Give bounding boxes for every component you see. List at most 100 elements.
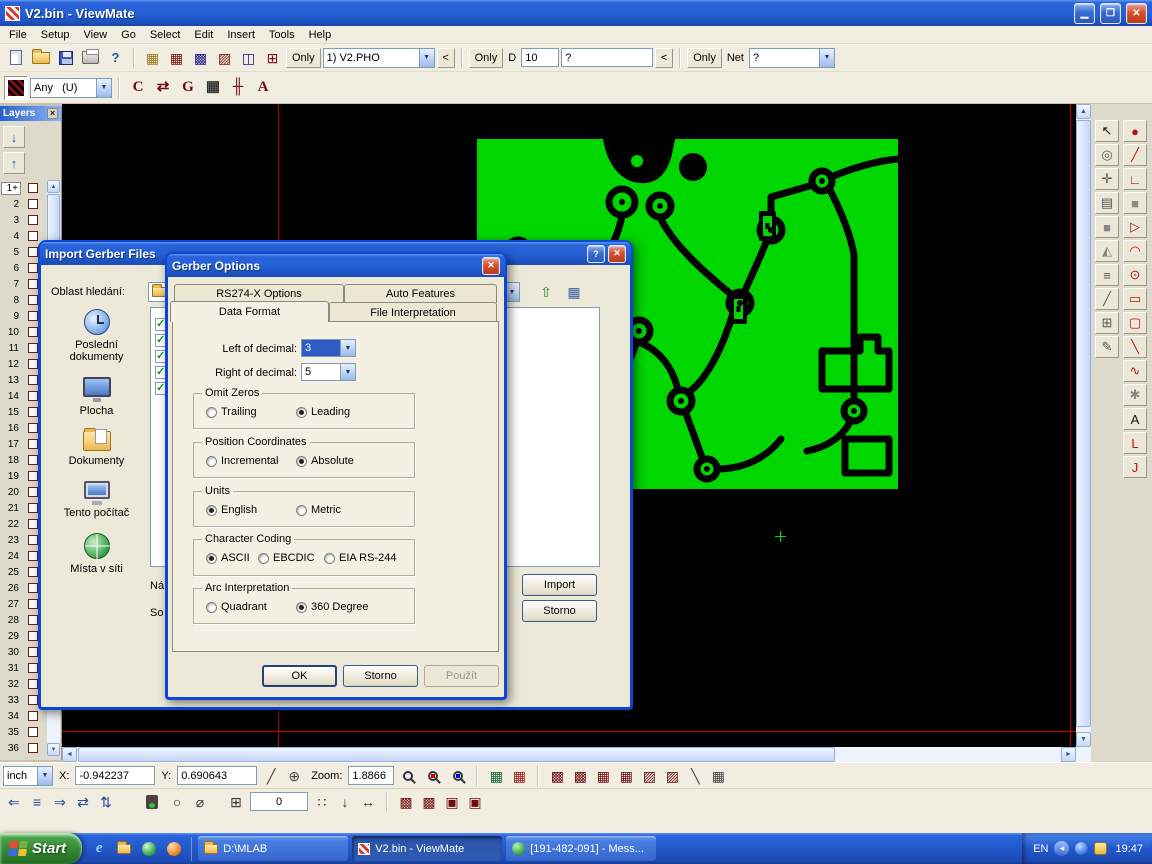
layer-color-swatch[interactable] [28,615,38,625]
help-button[interactable]: ? [587,245,605,263]
layer-color-swatch[interactable] [28,727,38,737]
radio-incremental[interactable]: Incremental [206,455,278,467]
measure-icon[interactable]: ╱ [260,766,282,786]
print-button[interactable] [79,47,102,69]
insert-pad-icon[interactable]: ● [1123,120,1147,142]
radio-ascii[interactable]: ASCII [206,552,250,564]
cancel-button[interactable]: Storno [522,600,597,622]
layer-color-swatch[interactable] [28,391,38,401]
radio-absolute[interactable]: Absolute [296,455,354,467]
unit-select[interactable]: inch ▼ [3,766,53,786]
move-layer-up-button[interactable]: ↑ [3,152,25,174]
radio-quadrant[interactable]: Quadrant [206,601,267,613]
grid-toggle-icon[interactable]: ⊞ [1095,312,1119,334]
sketch-mode-icon[interactable]: ✎ [1095,336,1119,358]
pattern-hatch-icon[interactable]: ▦ [592,766,614,786]
dcode-query-icon[interactable]: ▨ [213,47,236,69]
update-tray-icon[interactable] [1094,842,1107,855]
only-net-toggle[interactable]: Only [687,48,722,68]
cancel-button[interactable]: Storno [343,665,418,687]
previous-file-button[interactable]: < [437,48,455,68]
ok-button[interactable]: OK [262,665,337,687]
layer-color-swatch[interactable] [28,599,38,609]
move-layer-down-button[interactable]: ↓ [3,126,25,148]
left-of-decimal-select[interactable]: 3 ▼ [301,339,356,357]
previous-dcode-button[interactable]: < [655,48,673,68]
aperture-c-icon[interactable]: C [126,76,150,100]
dot-grid-icon[interactable]: ∷ [311,792,333,812]
pan-mode-icon[interactable]: ↔ [357,792,379,812]
trace-select-icon[interactable]: ▦ [165,47,188,69]
insert-rect-icon[interactable]: ▭ [1123,288,1147,310]
horizontal-scrollbar[interactable]: ◄ ► [62,747,1076,762]
language-indicator[interactable]: EN [1033,843,1048,855]
scroll-right-icon[interactable]: ► [1061,747,1076,762]
insert-arc-icon[interactable]: ◠ [1123,240,1147,262]
insert-trace-icon[interactable]: ╱ [1123,144,1147,166]
layer-color-swatch[interactable] [28,583,38,593]
layer-color-swatch[interactable] [28,375,38,385]
new-file-button[interactable] [4,47,27,69]
layer-row[interactable]: 36 [1,740,46,756]
netlist-table-icon[interactable]: ▦ [508,766,530,786]
messenger-tray-icon[interactable] [1075,842,1088,855]
layer-color-swatch[interactable] [28,551,38,561]
apply-button[interactable]: Použít [424,665,499,687]
select-cursor-icon[interactable]: ↖ [1095,120,1119,142]
insert-filled-rect-icon[interactable]: ■ [1123,192,1147,214]
layer-color-swatch[interactable] [28,311,38,321]
layer-color-swatch[interactable] [28,695,38,705]
radio-trailing[interactable]: Trailing [206,406,257,418]
internet-explorer-icon[interactable]: e [90,840,108,858]
pattern-cross-icon[interactable]: ▦ [615,766,637,786]
layer-color-swatch[interactable] [28,471,38,481]
next-layer-icon[interactable]: ⇒ [49,792,71,812]
layer-color-swatch[interactable] [28,679,38,689]
menu-view[interactable]: View [76,27,114,43]
aperture-a-icon[interactable]: A [251,76,275,100]
layer-color-swatch[interactable] [28,743,38,753]
aperture-grid-icon[interactable]: ▦ [201,76,225,100]
layer-row[interactable]: 3 [1,212,46,228]
vertical-scrollbar[interactable]: ▲ ▼ [1076,104,1091,747]
layer-color-swatch[interactable] [28,247,38,257]
only-file-toggle[interactable]: Only [286,48,321,68]
insert-obround-icon[interactable]: ▢ [1123,312,1147,334]
layer-color-swatch[interactable] [28,631,38,641]
scroll-left-icon[interactable]: ◄ [62,747,77,762]
net-query-icon[interactable]: ⊞ [261,47,284,69]
chevron-down-icon[interactable]: ▼ [340,364,355,380]
layer-row[interactable]: 35 [1,724,46,740]
menu-select[interactable]: Select [143,27,188,43]
radio-leading[interactable]: Leading [296,406,350,418]
layer-color-swatch[interactable] [28,455,38,465]
layer-color-swatch[interactable] [28,567,38,577]
dcode-filter-field[interactable]: ? [561,48,653,67]
zoom-tool-icon[interactable] [397,766,419,786]
title-bar[interactable]: V2.bin - ViewMate ▁ ❐ ✕ [0,0,1152,26]
insert-text-icon[interactable]: A [1123,408,1147,430]
dialog-title-bar[interactable]: Gerber Options ✕ [167,254,505,277]
context-help-button[interactable]: ? [104,47,127,69]
scroll-down-icon[interactable]: ▼ [1076,732,1091,747]
insert-polygon-icon[interactable]: ▷ [1123,216,1147,238]
zoom-field[interactable]: 1.8866 [348,766,394,785]
place-network[interactable]: Místa v síti [48,533,145,575]
up-folder-button[interactable]: ⇧ [535,281,557,303]
menu-go[interactable]: Go [114,27,143,43]
radio-360-degree[interactable]: 360 Degree [296,601,369,613]
aperture-dot-2-icon[interactable]: ▣ [464,792,486,812]
close-icon[interactable]: × [47,108,58,119]
layer-color-swatch[interactable] [28,327,38,337]
pan-view-icon[interactable]: ✛ [1095,168,1119,190]
place-my-computer[interactable]: Tento počítač [48,481,145,519]
chevron-down-icon[interactable]: ▼ [96,79,111,97]
layer-color-swatch[interactable] [28,535,38,545]
scroll-down-icon[interactable]: ▼ [47,743,60,756]
start-button[interactable]: Start [0,833,82,864]
radio-english[interactable]: English [206,504,257,516]
radio-metric[interactable]: Metric [296,504,341,516]
tab-auto-features[interactable]: Auto Features [344,284,497,303]
prev-layer-icon[interactable]: ⇐ [3,792,25,812]
dcode-table-icon[interactable]: ▦ [485,766,507,786]
